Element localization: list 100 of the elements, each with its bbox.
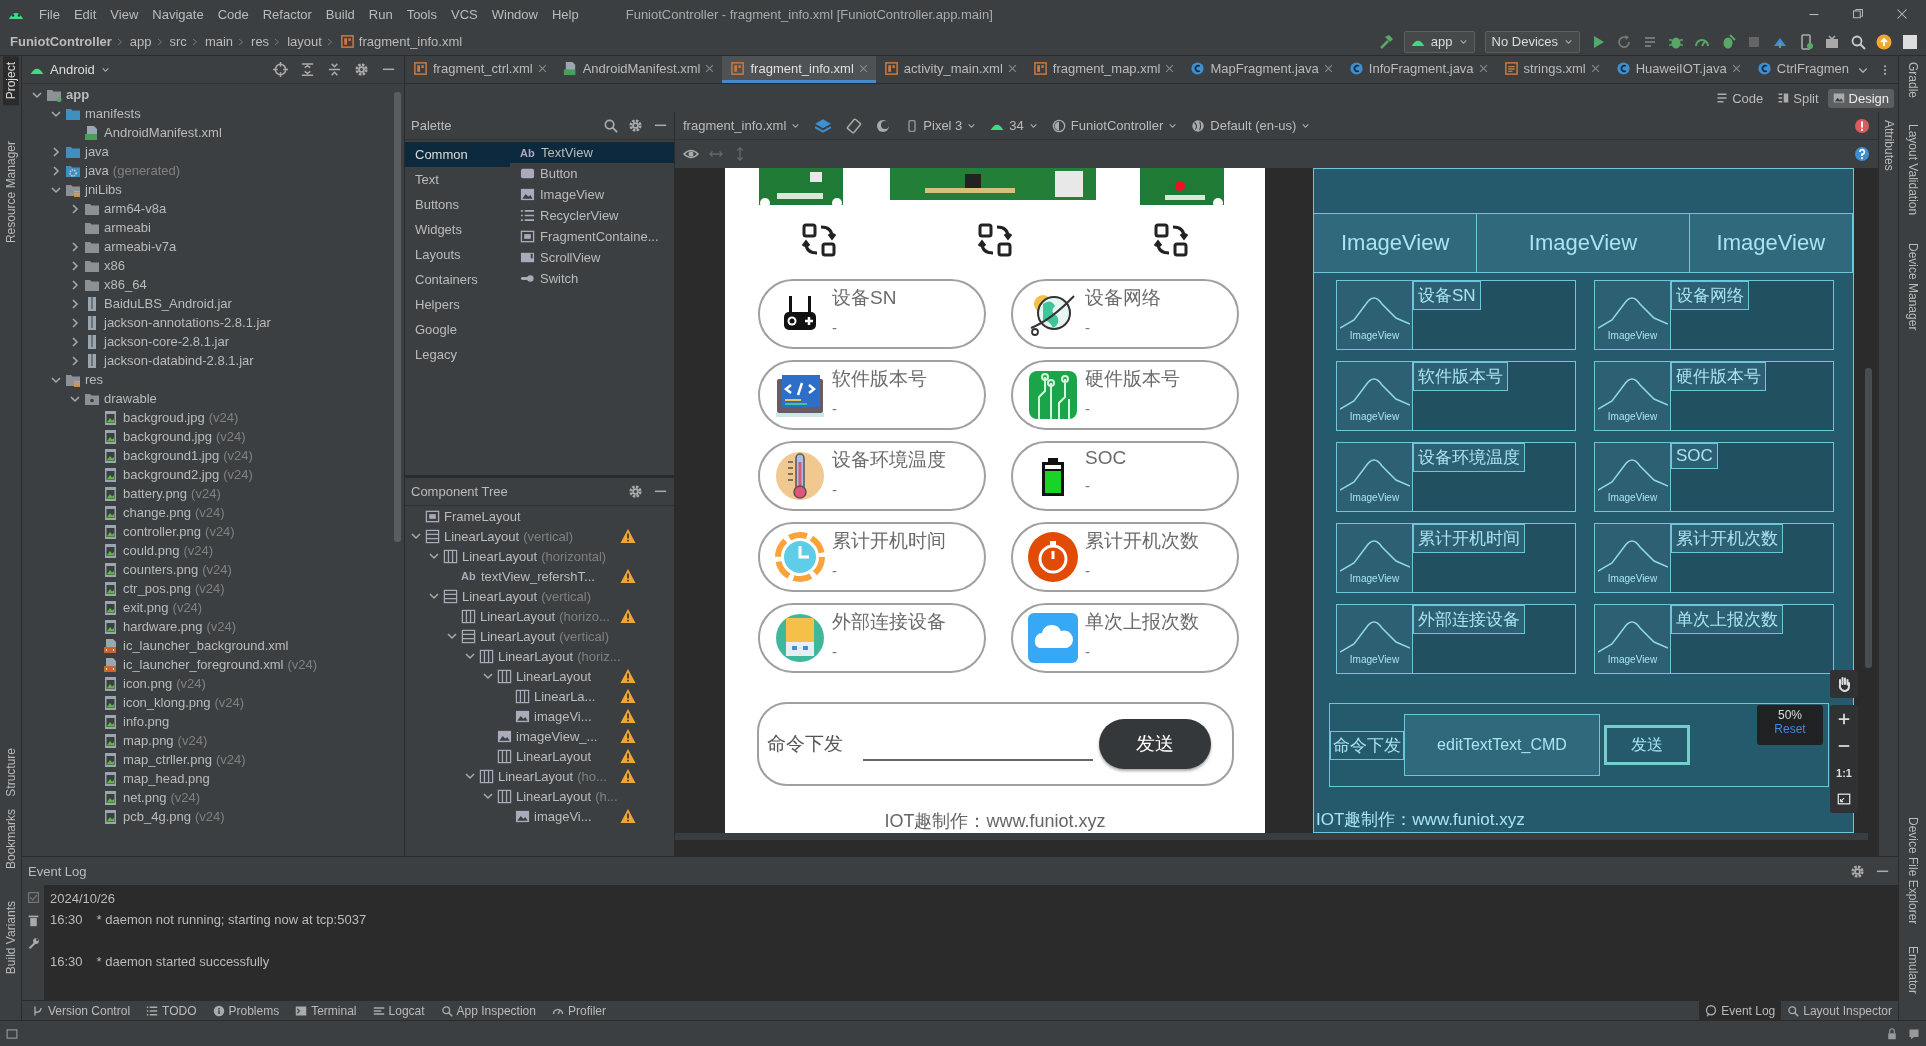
tree-item[interactable]: info.png — [123, 714, 170, 729]
layout-file-dropdown[interactable]: fragment_info.xml — [683, 118, 801, 133]
tree-item[interactable]: x86_64 — [104, 277, 147, 292]
tree-item[interactable]: armeabi — [104, 220, 151, 235]
close-icon[interactable] — [1896, 8, 1908, 20]
editor-tab[interactable]: MapFragment.java — [1182, 56, 1341, 83]
tool-window-button[interactable]: Event Log — [1699, 1000, 1782, 1021]
palette-item[interactable]: Button — [510, 163, 674, 184]
close-icon[interactable] — [537, 63, 547, 73]
component-tree-item[interactable]: LinearLayout — [480, 628, 556, 644]
editor-tab[interactable]: CtrlFragmen — [1748, 56, 1858, 83]
mark-read-icon[interactable] — [26, 891, 40, 904]
settings-icon[interactable] — [354, 62, 369, 77]
menu-item[interactable]: Tools — [399, 6, 444, 22]
collapse-all-icon[interactable] — [327, 62, 342, 77]
component-tree-item[interactable]: LinearLayout — [480, 608, 556, 624]
component-tree-item[interactable]: imageView_... — [516, 728, 598, 744]
component-tree-item[interactable]: LinearLayout — [462, 548, 538, 564]
component-tree-item[interactable]: imageVi... — [534, 808, 592, 824]
tool-window-button[interactable]: TODO — [140, 1000, 203, 1021]
expand-all-icon[interactable] — [300, 62, 315, 77]
tree-item[interactable]: icon.png — [123, 676, 173, 691]
chevron-icon[interactable] — [465, 771, 475, 781]
reset-link[interactable]: Reset — [1774, 722, 1806, 736]
tool-window-tab[interactable]: Emulator — [1904, 939, 1921, 1000]
tree-item[interactable]: armeabi-v7a — [104, 239, 177, 254]
menu-item[interactable]: VCS — [444, 6, 485, 22]
tree-item[interactable]: arm64-v8a — [104, 201, 167, 216]
tree-item[interactable]: AndroidManifest.xml — [104, 125, 222, 140]
api-level-dropdown[interactable]: 34 — [990, 118, 1038, 133]
device-dropdown[interactable]: No Devices — [1484, 30, 1580, 53]
chevron-icon[interactable] — [70, 203, 80, 214]
component-tree-item[interactable]: LinearLayout — [516, 748, 592, 764]
horizontal-scrollbar[interactable] — [675, 833, 1868, 840]
tree-item[interactable]: jackson-annotations-2.8.1.jar — [104, 315, 271, 330]
tool-window-tab[interactable]: Project — [2, 56, 19, 106]
theme-dropdown[interactable]: FuniotController — [1051, 118, 1178, 133]
palette-item[interactable]: ScrollView — [510, 247, 674, 268]
editor-tab[interactable]: fragment_ctrl.xml — [405, 56, 555, 83]
tree-item[interactable]: background2.jpg — [123, 467, 220, 482]
tree-item[interactable]: background.jpg — [123, 429, 212, 444]
editor-tab[interactable]: fragment_info.xml — [722, 56, 876, 83]
editor-tab[interactable]: InfoFragment.java — [1340, 56, 1496, 83]
chevron-icon[interactable] — [70, 241, 80, 252]
zoom-in-icon[interactable] — [1837, 711, 1851, 726]
tree-item[interactable]: backgroud.jpg — [123, 410, 205, 425]
close-icon[interactable] — [1590, 63, 1600, 73]
palette-category[interactable]: Helpers — [405, 292, 510, 317]
menu-item[interactable]: Refactor — [255, 6, 319, 22]
notifications-icon[interactable] — [1908, 1027, 1920, 1040]
chevron-icon[interactable] — [70, 279, 80, 290]
trash-icon[interactable] — [26, 914, 40, 927]
breadcrumb-item[interactable]: main — [204, 34, 234, 49]
component-tree-item[interactable]: textView_refershT... — [481, 568, 595, 584]
palette-item[interactable]: Ab TextView — [510, 142, 674, 163]
close-icon[interactable] — [1323, 63, 1333, 73]
chevron-icon[interactable] — [51, 374, 61, 385]
tool-window-button[interactable]: Version Control — [26, 1000, 137, 1021]
component-tree-item[interactable]: FrameLayout — [444, 508, 521, 524]
tree-item[interactable]: ic_launcher_background.xml — [123, 638, 289, 653]
scrollbar-thumb[interactable] — [394, 92, 401, 542]
tool-window-button[interactable]: Layout Inspector — [1781, 1000, 1898, 1021]
tree-item[interactable]: battery.png — [123, 486, 188, 501]
palette-category[interactable]: Widgets — [405, 217, 510, 242]
scrollbar-thumb[interactable] — [1865, 368, 1872, 668]
tool-window-tab[interactable]: Bookmarks — [2, 802, 19, 875]
rerun-icon[interactable] — [1616, 33, 1632, 50]
editor-tab[interactable]: HuaweiIOT.java — [1607, 56, 1749, 83]
tool-window-button[interactable]: Profiler — [545, 1000, 612, 1021]
tool-window-button[interactable]: Logcat — [366, 1000, 431, 1021]
error-icon[interactable] — [1854, 117, 1870, 134]
chevron-icon[interactable] — [70, 393, 80, 404]
settings-icon[interactable] — [628, 484, 643, 499]
wrench-icon[interactable] — [26, 937, 40, 950]
close-icon[interactable] — [1478, 63, 1488, 73]
tree-item[interactable]: map_head.png — [123, 771, 210, 786]
tool-window-tab[interactable]: Structure — [2, 742, 19, 803]
view-mode-toggle[interactable]: Split — [1772, 88, 1824, 108]
tool-window-button[interactable]: Problems — [206, 1000, 286, 1021]
help-icon[interactable] — [1854, 146, 1870, 162]
settings-icon[interactable] — [1850, 863, 1865, 879]
tree-item[interactable]: map.png — [123, 733, 174, 748]
palette-item[interactable]: ImageView — [510, 184, 674, 205]
tree-item[interactable]: res — [85, 372, 104, 387]
view-mode-toggle[interactable]: Design — [1827, 88, 1894, 108]
chevron-icon[interactable] — [429, 551, 439, 561]
tree-item[interactable]: pcb_4g.png — [123, 809, 191, 824]
menu-item[interactable]: Build — [318, 6, 362, 22]
tree-item[interactable]: icon_klong.png — [123, 695, 211, 710]
close-icon[interactable] — [705, 63, 715, 73]
tree-item[interactable]: map_ctrller.png — [123, 752, 212, 767]
palette-category[interactable]: Buttons — [405, 192, 510, 217]
actual-size-button[interactable]: 1:1 — [1836, 766, 1852, 779]
tree-item[interactable]: java — [85, 163, 109, 178]
palette-item[interactable]: RecyclerView — [510, 205, 674, 226]
chevron-icon[interactable] — [32, 89, 42, 100]
locate-icon[interactable] — [273, 62, 288, 77]
palette-category[interactable]: Common — [405, 142, 510, 167]
editor-tab[interactable]: fragment_map.xml — [1024, 56, 1183, 83]
component-tree-item[interactable]: LinearLayout — [498, 768, 574, 784]
